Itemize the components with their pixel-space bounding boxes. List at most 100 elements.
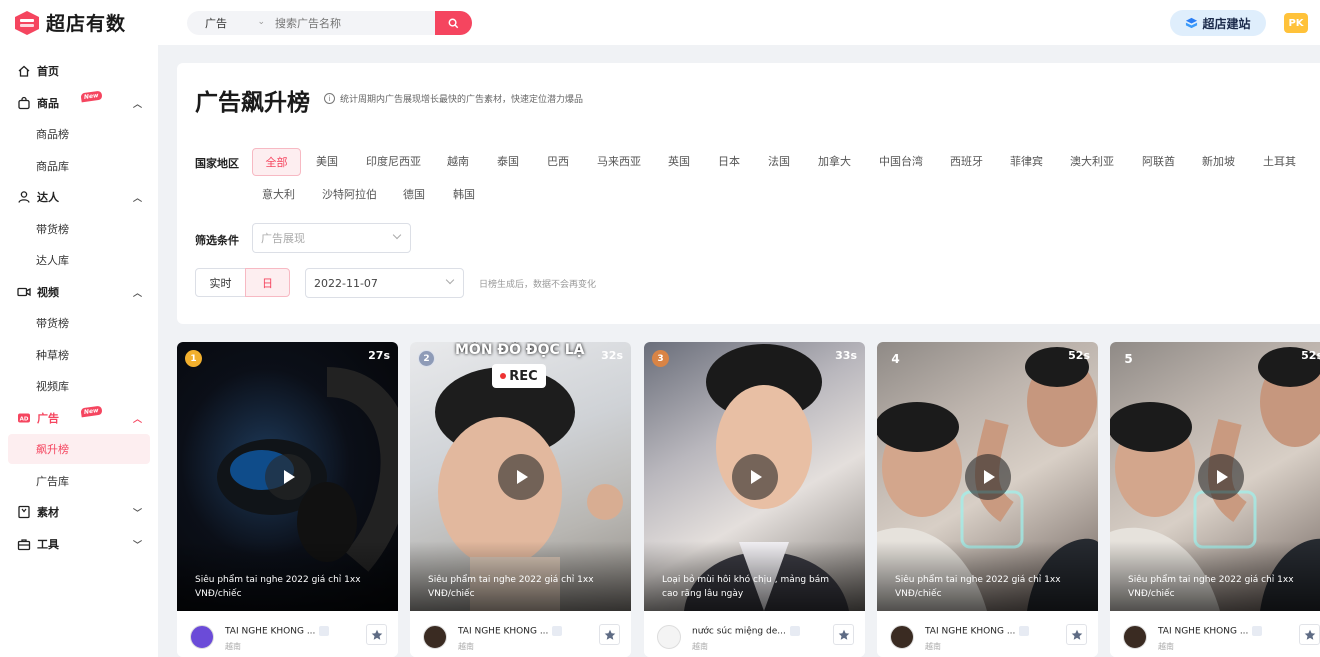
sidebar-item-video-grass[interactable]: 种草榜 xyxy=(0,340,158,370)
region-option[interactable]: 日本 xyxy=(718,153,740,169)
sidebar-item-ads-lib[interactable]: 广告库 xyxy=(0,466,158,496)
filter-panel: 广告飙升榜 i 统计周期内广告展现增长最快的广告素材，快速定位潜力爆品 国家地区… xyxy=(177,63,1320,324)
favorite-button[interactable] xyxy=(1066,624,1087,645)
ad-card[interactable]: 5 52s Siêu phẩm tai nghe 2022 giá chỉ 1x… xyxy=(1110,342,1320,657)
sidebar-item-video[interactable]: 视频 ︿ xyxy=(0,277,158,307)
sidebar-item-tools[interactable]: 工具 ﹀ xyxy=(0,529,158,559)
region-option[interactable]: 法国 xyxy=(768,153,790,169)
shop-avatar[interactable] xyxy=(190,625,214,649)
region-option[interactable]: 中国台湾 xyxy=(879,153,923,169)
region-option[interactable]: 英国 xyxy=(668,153,690,169)
region-option[interactable]: 意大利 xyxy=(262,186,295,202)
region-option[interactable]: 巴西 xyxy=(547,153,569,169)
favorite-button[interactable] xyxy=(599,624,620,645)
bookmark-icon xyxy=(18,505,30,519)
sidebar-item-home[interactable]: 首页 xyxy=(0,56,158,86)
ad-card[interactable]: 3 33s Loại bỏ mùi hôi khó chịu , mảng bá… xyxy=(644,342,865,657)
shop-region-tag: 越南 xyxy=(458,642,474,651)
search-type-select[interactable]: 广告 ⌄ xyxy=(187,15,275,31)
shop-name[interactable]: TAI NGHE KHONG ... xyxy=(1158,626,1263,637)
video-thumbnail[interactable]: 1 27s Siêu phẩm tai nghe 2022 giá chỉ 1x… xyxy=(177,342,398,611)
shop-name[interactable]: TAI NGHE KHONG ... xyxy=(458,626,563,637)
region-option[interactable]: 全部 xyxy=(252,148,301,176)
search-input[interactable] xyxy=(275,16,435,30)
info-icon[interactable]: i xyxy=(324,93,335,104)
sidebar-item-goods[interactable]: 商品 New ︿ xyxy=(0,88,158,118)
shop-region-tag: 越南 xyxy=(1158,642,1174,651)
region-option[interactable]: 阿联酋 xyxy=(1142,153,1175,169)
favorite-button[interactable] xyxy=(366,624,387,645)
user-avatar[interactable]: PK xyxy=(1284,13,1308,33)
sidebar-item-goods-rank[interactable]: 商品榜 xyxy=(0,119,158,149)
shop-name[interactable]: nước súc miệng de... xyxy=(692,626,800,637)
region-option[interactable]: 泰国 xyxy=(497,153,519,169)
home-icon xyxy=(18,65,30,77)
star-icon xyxy=(1071,629,1082,640)
region-option[interactable]: 韩国 xyxy=(453,186,475,202)
video-overlay-text: MÔN ĐỒ ĐỌC LẠ xyxy=(455,342,585,358)
play-button[interactable] xyxy=(498,454,544,500)
video-thumbnail[interactable]: 3 33s Loại bỏ mùi hôi khó chịu , mảng bá… xyxy=(644,342,865,611)
shop-avatar[interactable] xyxy=(1123,625,1147,649)
rec-label-text: REC xyxy=(509,368,538,384)
sidebar-item-video-lib[interactable]: 视频库 xyxy=(0,371,158,401)
logo-text: 超店有数 xyxy=(46,13,127,35)
sidebar-item-ads-rising[interactable]: 飙升榜 xyxy=(8,434,150,464)
ad-card[interactable]: MÔN ĐỒ ĐỌC LẠ REC 2 32s Siêu phẩm tai ng… xyxy=(410,342,631,657)
sidebar-item-label: 素材 xyxy=(37,506,59,519)
shop-avatar[interactable] xyxy=(890,625,914,649)
region-option[interactable]: 菲律宾 xyxy=(1010,153,1043,169)
ad-icon: AD xyxy=(18,413,30,423)
play-button[interactable] xyxy=(965,454,1011,500)
sidebar-item-video-rank[interactable]: 带货榜 xyxy=(0,308,158,338)
chevron-down-icon xyxy=(445,275,455,285)
sidebar-item-creator-rank[interactable]: 带货榜 xyxy=(0,214,158,244)
region-option[interactable]: 德国 xyxy=(403,186,425,202)
search-button[interactable] xyxy=(435,11,472,35)
favorite-button[interactable] xyxy=(1299,624,1320,645)
sidebar-item-material[interactable]: 素材 ﹀ xyxy=(0,497,158,527)
filter-select[interactable]: 广告展现 xyxy=(252,223,411,253)
region-option[interactable]: 越南 xyxy=(447,153,469,169)
build-store-button[interactable]: 超店建站 xyxy=(1170,10,1266,36)
ad-card[interactable]: 4 52s Siêu phẩm tai nghe 2022 giá chỉ 1x… xyxy=(877,342,1098,657)
play-button[interactable] xyxy=(732,454,778,500)
play-button[interactable] xyxy=(1198,454,1244,500)
apple-icon xyxy=(319,626,330,636)
favorite-button[interactable] xyxy=(833,624,854,645)
rec-label: REC xyxy=(492,364,546,388)
shop-avatar[interactable] xyxy=(657,625,681,649)
region-option[interactable]: 马来西亚 xyxy=(597,153,641,169)
sidebar-item-creator[interactable]: 达人 ︿ xyxy=(0,182,158,212)
play-icon xyxy=(517,470,528,484)
sidebar-item-goods-lib[interactable]: 商品库 xyxy=(0,151,158,181)
shop-name[interactable]: TAI NGHE KHONG ... xyxy=(225,626,330,637)
date-select[interactable]: 2022-11-07 xyxy=(305,268,464,298)
sidebar-item-ads[interactable]: AD 广告 New ︿ xyxy=(0,403,158,433)
rank-badge: 5 xyxy=(1124,351,1133,366)
period-day-button[interactable]: 日 xyxy=(245,268,290,297)
sidebar-item-creator-lib[interactable]: 达人库 xyxy=(0,245,158,275)
logo[interactable]: 超店有数 xyxy=(14,9,126,36)
star-icon xyxy=(1304,629,1315,640)
region-option[interactable]: 印度尼西亚 xyxy=(366,153,421,169)
period-realtime-button[interactable]: 实时 xyxy=(195,268,246,297)
region-option[interactable]: 加拿大 xyxy=(818,153,851,169)
region-option[interactable]: 美国 xyxy=(316,153,338,169)
region-option[interactable]: 沙特阿拉伯 xyxy=(322,186,377,202)
region-option[interactable]: 澳大利亚 xyxy=(1070,153,1114,169)
rank-badge: 1 xyxy=(185,350,202,367)
play-button[interactable] xyxy=(265,454,311,500)
card-footer: TAI NGHE KHONG ... 越南 xyxy=(1110,611,1320,657)
ad-card[interactable]: 1 27s Siêu phẩm tai nghe 2022 giá chỉ 1x… xyxy=(177,342,398,657)
star-icon xyxy=(604,629,615,640)
video-thumbnail[interactable]: 5 52s Siêu phẩm tai nghe 2022 giá chỉ 1x… xyxy=(1110,342,1320,611)
shop-name[interactable]: TAI NGHE KHONG ... xyxy=(925,626,1030,637)
region-option[interactable]: 土耳其 xyxy=(1263,153,1296,169)
region-option[interactable]: 新加坡 xyxy=(1202,153,1235,169)
region-option[interactable]: 西班牙 xyxy=(950,153,983,169)
apple-icon xyxy=(789,626,800,636)
shop-avatar[interactable] xyxy=(423,625,447,649)
video-thumbnail[interactable]: MÔN ĐỒ ĐỌC LẠ REC 2 32s Siêu phẩm tai ng… xyxy=(410,342,631,611)
video-thumbnail[interactable]: 4 52s Siêu phẩm tai nghe 2022 giá chỉ 1x… xyxy=(877,342,1098,611)
